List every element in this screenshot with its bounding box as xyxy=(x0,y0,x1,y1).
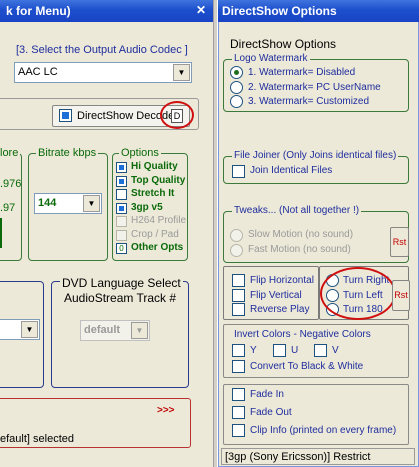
black-white-checkbox[interactable] xyxy=(232,360,245,373)
invert-u-checkbox[interactable] xyxy=(273,344,286,357)
tweaks-label: Tweaks... (Not all together !) xyxy=(232,205,362,216)
option-checkbox[interactable] xyxy=(116,229,127,241)
codec-label: [3. Select the Output Audio Codec ] xyxy=(16,44,188,56)
right-window: DirectShow Options DirectShow Options Lo… xyxy=(218,0,419,467)
left-titlebar[interactable]: k for Menu) ✕ xyxy=(0,0,213,22)
left-window: k for Menu) ✕ [3. Select the Output Audi… xyxy=(0,0,213,467)
option-checkbox[interactable] xyxy=(116,216,127,227)
slow-motion-radio[interactable] xyxy=(230,229,243,242)
right-window-title: DirectShow Options xyxy=(222,4,337,18)
flip-label[interactable]: Flip Vertical xyxy=(250,290,302,301)
left-window-title: k for Menu) xyxy=(6,4,71,18)
flip-checkbox[interactable] xyxy=(232,288,245,302)
highlight-ring xyxy=(160,101,194,129)
tweaks-reset-button[interactable]: Rst xyxy=(390,227,409,257)
watermark-option-label[interactable]: 1. Watermark= Disabled xyxy=(248,67,355,78)
option-label[interactable]: H264 Profile xyxy=(131,215,186,226)
close-icon[interactable]: ✕ xyxy=(193,3,209,19)
dvd-audiostream-label: AudioStream Track # xyxy=(64,291,177,305)
bitrate-select-value: 144 xyxy=(38,197,57,209)
invert-u-label: U xyxy=(291,345,299,356)
right-titlebar[interactable]: DirectShow Options xyxy=(218,0,419,22)
flip-label[interactable]: Flip Horizontal xyxy=(250,275,314,286)
freq-value-2: .97 xyxy=(0,202,16,214)
watermark-radio[interactable] xyxy=(230,66,243,79)
option-label[interactable]: Stretch It xyxy=(131,188,174,199)
chevron-down-icon[interactable]: ▼ xyxy=(21,321,38,338)
invert-y-label: Y xyxy=(250,345,257,356)
left-status-text: efault] selected xyxy=(0,433,74,445)
logo-watermark-label: Logo Watermark xyxy=(232,53,310,64)
flip-label[interactable]: Reverse Play xyxy=(250,304,309,315)
codec-select[interactable]: AAC LC ▼ xyxy=(14,62,192,83)
option-label[interactable]: 3gp v5 xyxy=(131,202,163,213)
frequency-group-label: lore xyxy=(0,147,21,159)
watermark-radio[interactable] xyxy=(230,95,243,108)
join-identical-checkbox[interactable] xyxy=(232,165,245,178)
watermark-option-label[interactable]: 3. Watermark= Customized xyxy=(248,96,369,107)
chevron-down-icon[interactable]: ▼ xyxy=(173,64,190,81)
chevron-down-icon[interactable]: ▼ xyxy=(83,195,100,212)
directshow-decode-checkbox[interactable] xyxy=(59,109,72,122)
black-white-label: Convert To Black & White xyxy=(250,361,364,372)
option-checkbox[interactable] xyxy=(116,175,127,187)
join-identical-label[interactable]: Join Identical Files xyxy=(250,165,332,176)
right-status-text: [3gp (Sony Ericsson)] Restrict xyxy=(225,451,371,463)
invert-label: Invert Colors - Negative Colors xyxy=(234,329,371,340)
codec-select-value: AAC LC xyxy=(18,66,58,78)
fade-checkbox[interactable] xyxy=(232,424,245,437)
option-label[interactable]: Top Quality xyxy=(131,175,185,186)
bitrate-select[interactable]: 144 ▼ xyxy=(34,193,102,214)
fade-checkbox[interactable] xyxy=(232,406,245,419)
option-label[interactable]: Other Opts xyxy=(131,242,183,253)
invert-y-checkbox[interactable] xyxy=(232,344,245,357)
audio-track-select[interactable]: ▼ xyxy=(0,319,40,340)
option-checkbox[interactable]: 0 xyxy=(116,243,127,254)
dvd-language-label: DVD Language Select xyxy=(60,276,183,290)
fast-motion-radio[interactable] xyxy=(230,244,243,257)
directshow-options-label: DirectShow Options xyxy=(230,37,337,51)
option-checkbox[interactable] xyxy=(116,202,127,214)
fade-label[interactable]: Fade Out xyxy=(250,407,292,418)
watermark-radio[interactable] xyxy=(230,80,243,94)
invert-v-label: V xyxy=(332,345,339,356)
option-checkbox[interactable] xyxy=(116,162,127,173)
watermark-option-label[interactable]: 2. Watermark= PC UserName xyxy=(248,82,381,93)
slow-motion-label: Slow Motion (no sound) xyxy=(248,229,354,240)
chevron-down-icon[interactable]: ▼ xyxy=(131,322,148,339)
flip-checkbox[interactable] xyxy=(232,274,245,287)
turn-highlight-ring xyxy=(320,267,396,320)
bitrate-label: Bitrate kbps xyxy=(36,147,99,159)
file-joiner-label: File Joiner (Only Joins identical files) xyxy=(232,150,399,161)
dvd-track-value: default xyxy=(84,324,121,336)
arrows-text[interactable]: >>> xyxy=(157,405,175,416)
fast-motion-label: Fast Motion (no sound) xyxy=(248,244,351,255)
flip-checkbox[interactable] xyxy=(232,303,245,316)
flip-reset-button[interactable]: Rst xyxy=(392,280,410,311)
dvd-track-select[interactable]: default ▼ xyxy=(80,320,150,341)
option-checkbox[interactable] xyxy=(116,189,127,200)
fade-label[interactable]: Fade In xyxy=(250,389,284,400)
invert-v-checkbox[interactable] xyxy=(314,344,327,357)
freq-marks xyxy=(0,218,4,248)
freq-value-1: .976 xyxy=(0,178,22,190)
fade-checkbox[interactable] xyxy=(232,388,245,401)
options-label: Options xyxy=(119,147,161,159)
fade-label[interactable]: Clip Info (printed on every frame) xyxy=(250,425,396,436)
option-label[interactable]: Crop / Pad xyxy=(131,229,179,240)
option-label[interactable]: Hi Quality xyxy=(131,161,178,172)
